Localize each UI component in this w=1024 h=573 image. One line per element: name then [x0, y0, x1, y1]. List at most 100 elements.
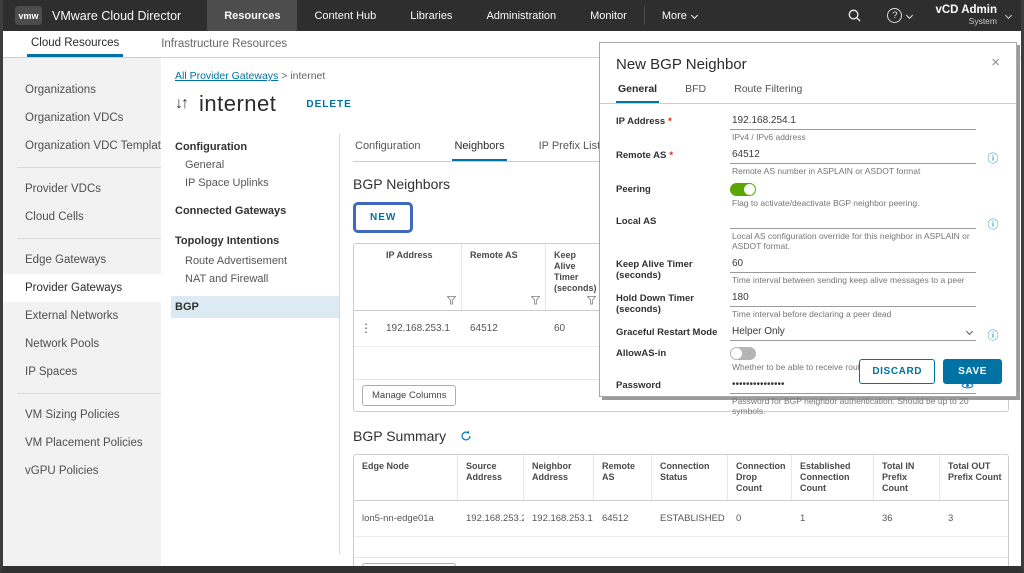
divider	[339, 134, 340, 554]
column-header-ip-address[interactable]: IP Address	[378, 244, 462, 310]
icon-slot	[984, 114, 1002, 145]
remote-as-input[interactable]: 64512	[730, 148, 976, 164]
dialog-tab-bfd[interactable]: BFD	[683, 83, 708, 103]
nav-more[interactable]: More	[645, 0, 714, 31]
sidebar-item-provider-gateways[interactable]: Provider Gateways	[3, 274, 161, 302]
info-icon[interactable]: ⓘ	[984, 148, 1002, 179]
sidebar-item-organization-vdc-templates[interactable]: Organization VDC Templates	[3, 132, 161, 160]
refresh-button[interactable]	[460, 430, 472, 442]
sidebar-item-vm-sizing-policies[interactable]: VM Sizing Policies	[3, 401, 161, 429]
column-header-connection-drop-count[interactable]: Connection Drop Count	[728, 455, 792, 500]
label-text: Keep Alive Timer (seconds)	[616, 259, 693, 281]
tab-configuration[interactable]: Configuration	[353, 136, 422, 161]
help-icon: ?	[887, 8, 902, 23]
gateway-nav-nat-and-firewall[interactable]: NAT and Firewall	[171, 270, 339, 288]
field-control: 180 Time interval before declaring a pee…	[730, 291, 976, 322]
gateway-nav-configuration-header: Configuration	[171, 138, 339, 156]
sidebar-item-provider-vdcs[interactable]: Provider VDCs	[3, 175, 161, 203]
discard-button[interactable]: DISCARD	[859, 359, 935, 384]
table-footer: Manage Columns 1 - 1 of 1 row(s)	[354, 557, 1008, 573]
local-as-input[interactable]	[730, 214, 976, 229]
search-button[interactable]	[835, 8, 874, 23]
field-control: 192.168.254.1 IPv4 / IPv6 address	[730, 114, 976, 145]
nav-resources[interactable]: Resources	[207, 0, 297, 31]
tab-neighbors[interactable]: Neighbors	[452, 136, 506, 161]
sidebar-item-vgpu-policies[interactable]: vGPU Policies	[3, 457, 161, 485]
info-icon[interactable]: ⓘ	[984, 325, 1002, 343]
bgp-summary-header: BGP Summary	[353, 428, 1009, 444]
field-row-graceful-restart-mode: Graceful Restart Mode Helper Only ⓘ	[616, 325, 1002, 343]
dialog-tab-general[interactable]: General	[616, 83, 659, 103]
vmware-logo[interactable]: vmw	[15, 6, 42, 25]
manage-columns-button[interactable]: Manage Columns	[362, 563, 456, 573]
row-actions-kebab-icon[interactable]: ⋮	[354, 311, 378, 346]
column-header-remote-as[interactable]: Remote AS	[462, 244, 546, 310]
page-title: internet	[199, 91, 276, 117]
filter-icon[interactable]	[587, 296, 596, 305]
manage-columns-button[interactable]: Manage Columns	[362, 385, 456, 406]
column-header-total-out-prefix-count[interactable]: Total OUT Prefix Count	[940, 455, 1008, 500]
nav-administration[interactable]: Administration	[469, 0, 573, 31]
tab-cloud-resources[interactable]: Cloud Resources	[27, 31, 123, 57]
field-row-local-as: Local AS Local AS configuration override…	[616, 214, 1002, 254]
nav-libraries[interactable]: Libraries	[393, 0, 469, 31]
allowas-in-toggle[interactable]	[730, 347, 756, 360]
tab-ip-prefix-lists[interactable]: IP Prefix Lists	[537, 136, 608, 161]
info-icon[interactable]: ⓘ	[984, 214, 1002, 254]
table-row[interactable]: lon5-nn-edge01a 192.168.253.2 192.168.25…	[354, 501, 1008, 537]
select-value: Helper Only	[732, 326, 785, 337]
tab-infrastructure-resources[interactable]: Infrastructure Resources	[157, 31, 291, 57]
nav-more-label: More	[662, 10, 687, 22]
hold-down-timer-input[interactable]: 180	[730, 291, 976, 307]
dialog-tab-route-filtering[interactable]: Route Filtering	[732, 83, 804, 103]
ip-address-input[interactable]: 192.168.254.1	[730, 114, 976, 130]
dialog-title: New BGP Neighbor	[616, 56, 747, 73]
field-helper-text: Local AS configuration override for this…	[732, 231, 976, 251]
gateway-nav-ip-space-uplinks[interactable]: IP Space Uplinks	[171, 174, 339, 192]
breadcrumb-link-all-provider-gateways[interactable]: All Provider Gateways	[175, 70, 278, 82]
keep-alive-timer-input[interactable]: 60	[730, 257, 976, 273]
field-control: Flag to activate/deactivate BGP neighbor…	[730, 182, 976, 211]
field-control: 60 Time interval between sending keep al…	[730, 257, 976, 288]
label-text: Remote AS	[616, 150, 666, 161]
save-button[interactable]: SAVE	[943, 359, 1002, 384]
sidebar-item-organization-vdcs[interactable]: Organization VDCs	[3, 104, 161, 132]
gateway-nav-route-advertisement[interactable]: Route Advertisement	[171, 252, 339, 270]
label-text: Hold Down Timer (seconds)	[616, 293, 694, 315]
gateway-nav-topology-intentions-header: Topology Intentions	[171, 230, 339, 252]
field-label: IP Address*	[616, 114, 722, 145]
gateway-nav-general[interactable]: General	[171, 156, 339, 174]
new-button[interactable]: NEW	[357, 206, 409, 229]
nav-monitor[interactable]: Monitor	[573, 0, 644, 31]
label-text: AllowAS-in	[616, 348, 666, 359]
column-header-edge-node[interactable]: Edge Node	[354, 455, 458, 500]
graceful-restart-mode-select[interactable]: Helper Only	[730, 325, 976, 341]
sidebar-item-external-networks[interactable]: External Networks	[3, 302, 161, 330]
column-header-connection-status[interactable]: Connection Status	[652, 455, 728, 500]
filter-icon[interactable]	[447, 296, 456, 305]
column-header-neighbor-address[interactable]: Neighbor Address	[524, 455, 594, 500]
nav-content-hub[interactable]: Content Hub	[297, 0, 393, 31]
icon-slot	[984, 378, 1002, 419]
gateway-nav-bgp[interactable]: BGP	[171, 296, 339, 318]
close-icon[interactable]: ×	[991, 56, 1000, 70]
sidebar-item-edge-gateways[interactable]: Edge Gateways	[3, 246, 161, 274]
delete-button[interactable]: DELETE	[306, 99, 351, 110]
help-button[interactable]: ?	[875, 8, 924, 23]
sidebar-item-cloud-cells[interactable]: Cloud Cells	[3, 203, 161, 231]
user-menu[interactable]: vCD Admin System	[925, 5, 1001, 27]
sidebar-item-network-pools[interactable]: Network Pools	[3, 330, 161, 358]
peering-toggle[interactable]	[730, 183, 756, 196]
sidebar-item-ip-spaces[interactable]: IP Spaces	[3, 358, 161, 386]
column-header-established-connection-count[interactable]: Established Connection Count	[792, 455, 874, 500]
sidebar-item-vm-placement-policies[interactable]: VM Placement Policies	[3, 429, 161, 457]
column-header-total-in-prefix-count[interactable]: Total IN Prefix Count	[874, 455, 940, 500]
gateway-nav-connected-gateways[interactable]: Connected Gateways	[171, 200, 339, 222]
column-header-keep-alive-timer[interactable]: Keep Alive Timer (seconds)	[546, 244, 602, 310]
field-label: Remote AS*	[616, 148, 722, 179]
column-header-source-address[interactable]: Source Address	[458, 455, 524, 500]
filter-icon[interactable]	[531, 296, 540, 305]
label-text: Graceful Restart Mode	[616, 327, 717, 338]
sidebar-item-organizations[interactable]: Organizations	[3, 76, 161, 104]
column-header-remote-as[interactable]: Remote AS	[594, 455, 652, 500]
